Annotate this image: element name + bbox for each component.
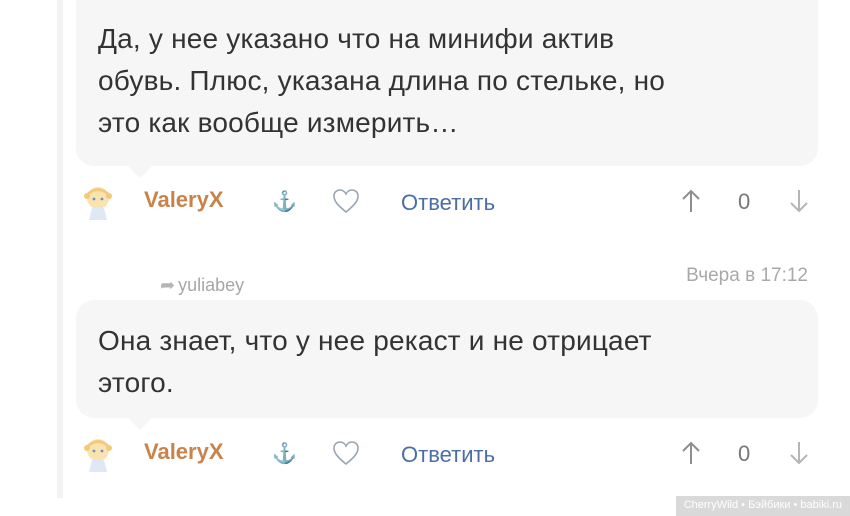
comment-text-line: это как вообще измерить…	[98, 107, 459, 138]
arrow-down-icon[interactable]	[788, 188, 810, 214]
heart-icon[interactable]	[332, 440, 360, 466]
reply-to-user[interactable]: yuliabey	[178, 275, 244, 295]
avatar[interactable]	[80, 184, 116, 220]
arrow-up-icon[interactable]	[680, 440, 702, 466]
arrow-up-icon[interactable]	[680, 188, 702, 214]
comment-text-line: обувь. Плюс, указана длина по стельке, н…	[98, 65, 666, 96]
timestamp[interactable]: Вчера в 17:12	[686, 265, 808, 287]
reply-button[interactable]: Ответить	[401, 190, 495, 216]
reply-arrow-icon: ➦	[160, 275, 176, 295]
avatar[interactable]	[80, 436, 116, 472]
arrow-down-icon[interactable]	[788, 440, 810, 466]
comment-text-line: этого.	[98, 367, 174, 398]
anchor-icon[interactable]: ⚓	[272, 189, 297, 214]
heart-icon[interactable]	[332, 188, 360, 214]
comment-bubble: Она знает, что у нее рекаст и не отрицае…	[76, 300, 818, 418]
bubble-tail	[128, 418, 152, 430]
author-name[interactable]: ValeryX	[144, 187, 224, 213]
vote-count: 0	[738, 441, 751, 466]
reply-button[interactable]: Ответить	[401, 442, 495, 468]
comment-text-line: Она знает, что у нее рекаст и не отрицае…	[98, 325, 652, 356]
bubble-tail	[128, 166, 152, 178]
comment-meta: ValeryX ⚓ Ответить 0	[76, 182, 818, 222]
comment-text-line: Да, у нее указано что на минифи актив	[98, 23, 615, 54]
thread-line	[57, 0, 63, 498]
watermark: CherryWild • Бэйбики • babiki.ru	[675, 496, 850, 516]
reply-to[interactable]: ➦ yuliabey	[160, 275, 244, 296]
vote-count: 0	[738, 189, 751, 214]
comment-bubble: Да, у нее указано что на минифи актив об…	[76, 0, 818, 166]
author-name[interactable]: ValeryX	[144, 439, 224, 465]
comment-meta: ValeryX ⚓ Ответить 0	[76, 434, 818, 474]
anchor-icon[interactable]: ⚓	[272, 441, 297, 466]
